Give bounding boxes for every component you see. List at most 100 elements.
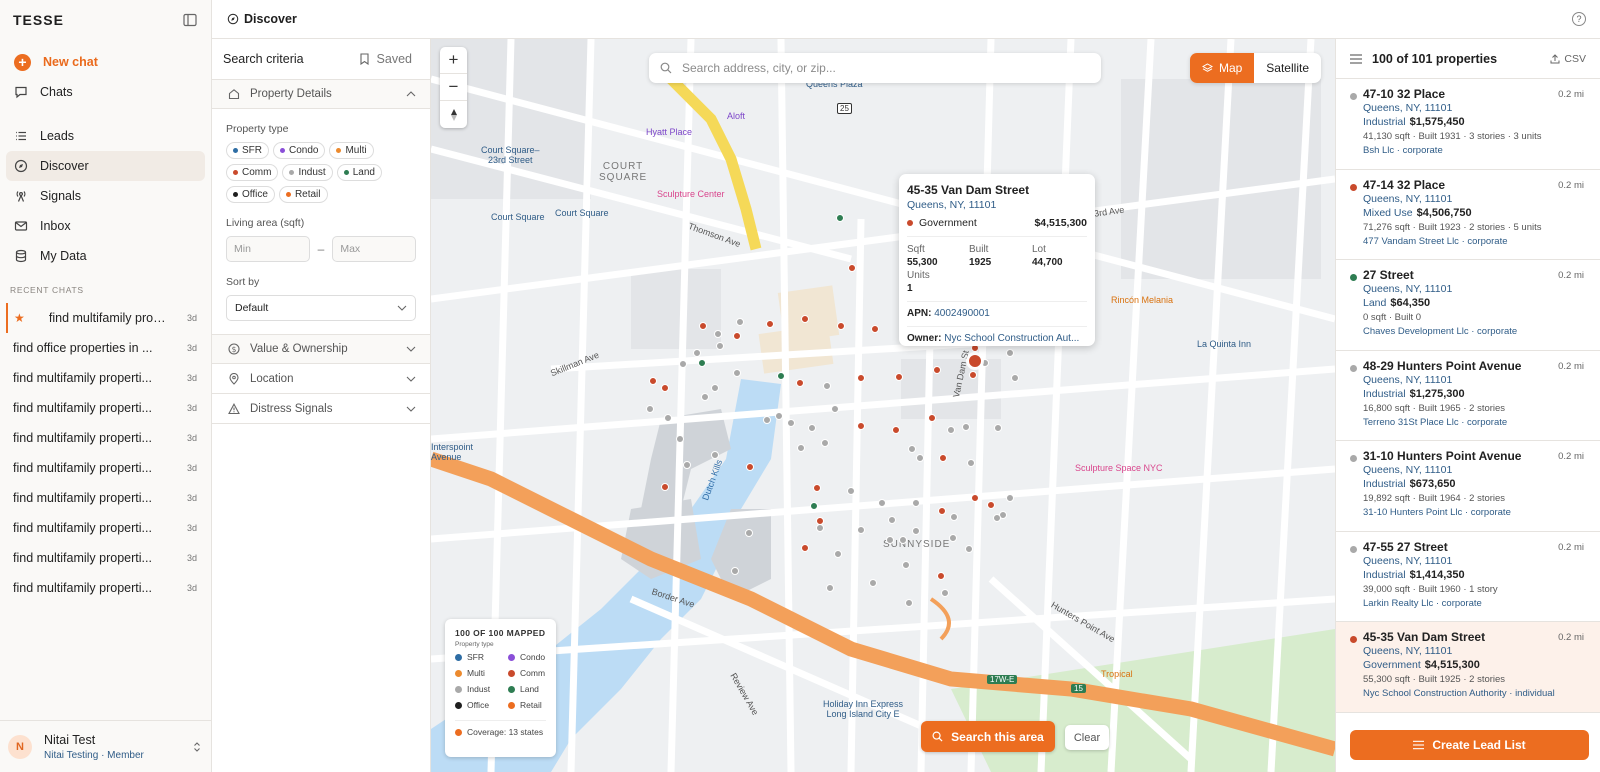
living-area-min-input[interactable]: Min bbox=[226, 236, 310, 262]
property-pin[interactable] bbox=[993, 514, 1001, 522]
recent-chat-item[interactable]: find multifamily properti... 3d bbox=[6, 483, 211, 513]
property-pin[interactable] bbox=[969, 371, 977, 379]
property-pin[interactable] bbox=[938, 507, 946, 515]
property-pin[interactable] bbox=[679, 360, 687, 368]
property-pin[interactable] bbox=[1011, 374, 1019, 382]
property-pin[interactable] bbox=[933, 366, 941, 374]
nav-item-leads[interactable]: Leads bbox=[6, 121, 205, 151]
reset-north-button[interactable] bbox=[440, 101, 467, 128]
property-pin[interactable] bbox=[836, 214, 844, 222]
chip-condo[interactable]: Condo bbox=[273, 142, 326, 159]
zoom-out-button[interactable]: − bbox=[440, 74, 467, 101]
new-chat-button[interactable]: + New chat bbox=[6, 47, 205, 77]
property-pin[interactable] bbox=[701, 393, 709, 401]
help-icon[interactable]: ? bbox=[1572, 12, 1586, 26]
property-card[interactable]: 0.2 mi 47-55 27 Street Queens, NY, 11101 In… bbox=[1336, 532, 1600, 622]
recent-chat-item[interactable]: find multifamily properti... 3d bbox=[6, 543, 211, 573]
property-pin[interactable] bbox=[777, 372, 785, 380]
nav-item-discover[interactable]: Discover bbox=[6, 151, 205, 181]
property-pin[interactable] bbox=[857, 526, 865, 534]
property-pin[interactable] bbox=[661, 384, 669, 392]
property-pin[interactable] bbox=[661, 483, 669, 491]
chip-office[interactable]: Office bbox=[226, 186, 275, 203]
property-pin[interactable] bbox=[987, 501, 995, 509]
property-pin[interactable] bbox=[962, 423, 970, 431]
property-pin[interactable] bbox=[801, 544, 809, 552]
property-pin[interactable] bbox=[947, 426, 955, 434]
csv-export-button[interactable]: CSV bbox=[1550, 53, 1586, 65]
property-pin[interactable] bbox=[746, 463, 754, 471]
property-pin[interactable] bbox=[716, 342, 724, 350]
property-pin[interactable] bbox=[967, 459, 975, 467]
property-pin[interactable] bbox=[801, 315, 809, 323]
nav-item-inbox[interactable]: Inbox bbox=[6, 211, 205, 241]
property-pin[interactable] bbox=[787, 419, 795, 427]
property-pin[interactable] bbox=[775, 412, 783, 420]
property-pin[interactable] bbox=[766, 320, 774, 328]
chip-land[interactable]: Land bbox=[336, 164, 382, 181]
sort-by-select[interactable]: Default bbox=[226, 295, 416, 321]
property-card[interactable]: 0.2 mi 45-35 Van Dam Street Queens, NY, 11… bbox=[1336, 622, 1600, 713]
recent-chat-item[interactable]: find multifamily properti... 3d bbox=[6, 513, 211, 543]
living-area-max-input[interactable]: Max bbox=[332, 236, 416, 262]
property-pin[interactable] bbox=[1006, 494, 1014, 502]
property-card[interactable]: 0.2 mi 31-10 Hunters Point Avenue Queens, … bbox=[1336, 441, 1600, 532]
property-pin[interactable] bbox=[731, 567, 739, 575]
create-lead-list-button[interactable]: Create Lead List bbox=[1350, 730, 1589, 760]
property-pin[interactable] bbox=[905, 599, 913, 607]
recent-chat-item[interactable]: find multifamily properti... 3d bbox=[6, 393, 211, 423]
map-search-input[interactable]: Search address, city, or zip... bbox=[649, 53, 1101, 83]
property-pin[interactable] bbox=[714, 330, 722, 338]
chip-sfr[interactable]: SFR bbox=[226, 142, 269, 159]
property-pin[interactable] bbox=[941, 589, 949, 597]
property-pin[interactable] bbox=[808, 424, 816, 432]
property-pin[interactable] bbox=[763, 416, 771, 424]
property-pin[interactable] bbox=[899, 536, 907, 544]
property-pin[interactable] bbox=[857, 422, 865, 430]
property-pin[interactable] bbox=[676, 435, 684, 443]
property-pin[interactable] bbox=[797, 444, 805, 452]
property-pin[interactable] bbox=[888, 516, 896, 524]
property-pin[interactable] bbox=[649, 377, 657, 385]
property-card[interactable]: 0.2 mi 48-29 Hunters Point Avenue Queens, … bbox=[1336, 351, 1600, 441]
property-pin[interactable] bbox=[965, 545, 973, 553]
property-pin[interactable] bbox=[939, 454, 947, 462]
property-pin[interactable] bbox=[871, 325, 879, 333]
property-card[interactable]: 0.2 mi 27 Street Queens, NY, 11101 Land $64,… bbox=[1336, 260, 1600, 351]
property-pin[interactable] bbox=[745, 529, 753, 537]
property-pin[interactable] bbox=[1006, 349, 1014, 357]
property-pin[interactable] bbox=[950, 513, 958, 521]
property-pin[interactable] bbox=[928, 414, 936, 422]
property-pin[interactable] bbox=[711, 384, 719, 392]
recent-chat-item[interactable]: ★ find multifamily prop... 3d bbox=[6, 303, 211, 333]
property-pin[interactable] bbox=[733, 369, 741, 377]
user-menu[interactable]: N Nitai Test Nitai Testing · Member bbox=[0, 720, 211, 772]
recent-chat-item[interactable]: find multifamily properti... 3d bbox=[6, 573, 211, 603]
recent-chat-item[interactable]: find multifamily properti... 3d bbox=[6, 453, 211, 483]
property-pin[interactable] bbox=[823, 382, 831, 390]
saved-button[interactable]: Saved bbox=[359, 52, 412, 66]
property-pin[interactable] bbox=[848, 264, 856, 272]
property-pin[interactable] bbox=[810, 502, 818, 510]
property-pin[interactable] bbox=[981, 359, 989, 367]
property-pin[interactable] bbox=[736, 318, 744, 326]
property-pin[interactable] bbox=[821, 439, 829, 447]
property-pin[interactable] bbox=[937, 572, 945, 580]
section-value-ownership[interactable]: $ Value & Ownership bbox=[212, 334, 430, 364]
sidebar-toggle-icon[interactable] bbox=[183, 13, 197, 27]
clear-button[interactable]: Clear bbox=[1065, 725, 1109, 750]
property-pin[interactable] bbox=[857, 374, 865, 382]
property-pin[interactable] bbox=[813, 484, 821, 492]
property-pin[interactable] bbox=[847, 487, 855, 495]
property-pin[interactable] bbox=[902, 561, 910, 569]
nav-item-my-data[interactable]: My Data bbox=[6, 241, 205, 271]
chip-indust[interactable]: Indust bbox=[282, 164, 333, 181]
property-pin[interactable] bbox=[878, 499, 886, 507]
property-pin[interactable] bbox=[711, 451, 719, 459]
property-pin[interactable] bbox=[949, 534, 957, 542]
property-pin[interactable] bbox=[895, 373, 903, 381]
property-pin[interactable] bbox=[733, 332, 741, 340]
property-pin[interactable] bbox=[699, 322, 707, 330]
section-property-details[interactable]: Property Details bbox=[212, 79, 430, 109]
property-pin[interactable] bbox=[892, 426, 900, 434]
